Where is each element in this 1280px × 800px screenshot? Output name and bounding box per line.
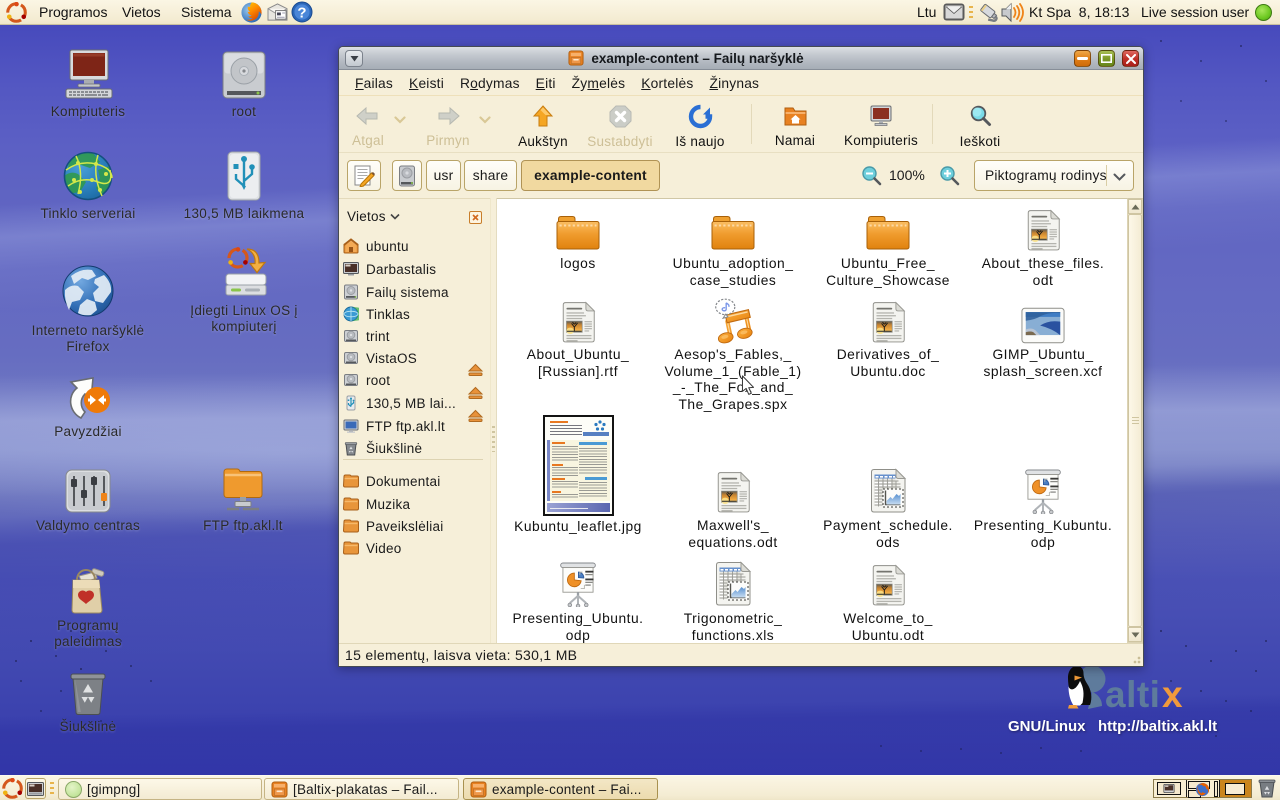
- svg-text:x: x: [1162, 674, 1183, 714]
- svg-text:?: ?: [297, 5, 306, 22]
- svg-text:alti: alti: [1105, 674, 1160, 714]
